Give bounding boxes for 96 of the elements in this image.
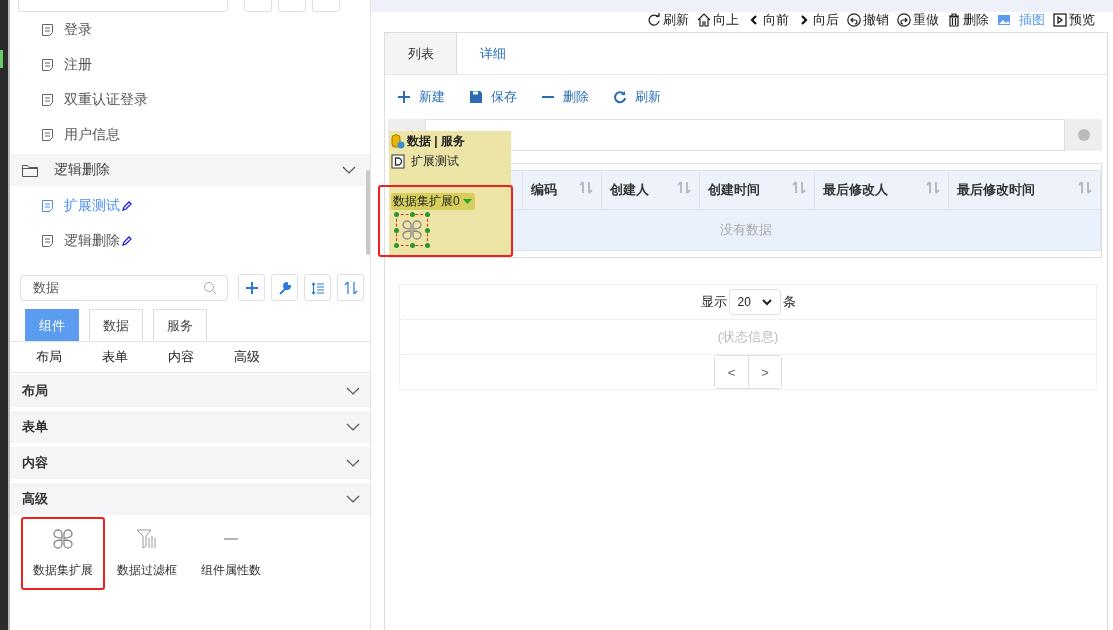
category-link[interactable]: 布局 — [36, 348, 102, 366]
action-button[interactable]: 刷新 — [613, 88, 661, 106]
redo-icon — [897, 13, 911, 27]
sort-icon — [676, 181, 691, 194]
panel-tab[interactable]: 数据 — [89, 309, 143, 341]
column-header[interactable]: 创建人 — [601, 170, 700, 210]
chevron-icon — [346, 423, 360, 431]
overlay-title: 数据 | 服务 — [407, 132, 466, 150]
filter-icon — [136, 529, 158, 549]
undo-icon — [847, 13, 861, 27]
dash-icon — [223, 537, 239, 541]
section-title: 内容 — [22, 454, 48, 472]
sort-icon — [343, 280, 358, 295]
plus-icon — [244, 280, 259, 295]
search-field[interactable]: 数据 — [20, 274, 228, 301]
toolbar-button[interactable]: 向上 — [697, 12, 739, 28]
page-icon — [41, 198, 54, 213]
selected-component[interactable] — [396, 214, 428, 246]
category-link[interactable]: 内容 — [168, 348, 234, 366]
play-icon — [1053, 13, 1067, 27]
component-item[interactable]: 组件属性数 — [189, 517, 273, 590]
category-link[interactable]: 表单 — [102, 348, 168, 366]
chevron-icon — [346, 495, 360, 503]
component-tag[interactable]: 数据集扩展0 — [391, 193, 475, 210]
tree-folder[interactable]: 逻辑删除 — [10, 154, 370, 186]
sort-icon — [792, 181, 807, 194]
component-item[interactable]: 数据集扩展 — [21, 517, 105, 590]
tree-item[interactable]: 登录 — [10, 12, 370, 47]
action-button[interactable]: 删除 — [541, 88, 589, 106]
tab[interactable]: 列表 — [385, 32, 457, 74]
floppy-icon — [469, 90, 483, 104]
folder-icon — [22, 163, 38, 177]
toolbar-button[interactable]: 向前 — [747, 12, 789, 28]
section-title: 表单 — [22, 418, 48, 436]
toolbar-button[interactable]: 刷新 — [647, 12, 689, 28]
panel-tab[interactable]: 服务 — [153, 309, 207, 341]
page-icon — [41, 57, 54, 72]
section-header[interactable]: 表单 — [10, 411, 370, 443]
scrollbar[interactable] — [366, 170, 370, 255]
section-header[interactable]: 布局 — [10, 375, 370, 407]
image-icon — [997, 13, 1011, 27]
clover-icon — [401, 219, 423, 241]
refresh-icon — [647, 13, 661, 27]
category-link[interactable]: 高级 — [234, 348, 300, 366]
toolbar-button[interactable]: 撤销 — [847, 12, 889, 28]
folder-label: 逻辑删除 — [54, 161, 111, 179]
component-item[interactable]: 数据过滤框 — [105, 517, 189, 590]
tree-item[interactable]: 双重认证登录 — [10, 82, 370, 117]
page-icon — [41, 22, 54, 37]
chevron-icon — [346, 387, 360, 395]
column-header[interactable]: 创建时间 — [699, 170, 815, 210]
tree-item[interactable]: 注册 — [10, 47, 370, 82]
plus-icon — [397, 90, 411, 104]
page-icon — [41, 92, 54, 107]
page-size-label: 显示 — [700, 293, 727, 311]
dropdown-icon — [461, 198, 473, 205]
page-icon — [41, 127, 54, 142]
chevron-icon — [346, 459, 360, 467]
section-title: 布局 — [22, 382, 48, 400]
pager-button[interactable]: > — [748, 356, 781, 388]
page-size-select[interactable]: 20 — [728, 289, 781, 315]
section-header[interactable]: 高级 — [10, 483, 370, 515]
tree-item[interactable]: 用户信息 — [10, 117, 370, 152]
action-button[interactable]: 保存 — [469, 88, 517, 106]
section-header[interactable]: 内容 — [10, 447, 370, 479]
action-button[interactable]: 新建 — [397, 88, 445, 106]
column-header[interactable]: 最后修改时间 — [948, 170, 1101, 210]
caret-icon — [761, 298, 772, 306]
overlay-page: 扩展测试 — [411, 152, 459, 170]
page-icon — [41, 233, 54, 248]
line-spacing-icon — [310, 280, 325, 295]
wrench-icon — [277, 280, 292, 295]
tree-item[interactable]: 逻辑删除 — [10, 223, 370, 258]
toolbar-button[interactable]: 删除 — [947, 12, 989, 28]
gutter-marker — [0, 50, 3, 68]
page-d-icon — [391, 153, 405, 169]
column-header[interactable]: 编码 — [522, 170, 602, 210]
clover-icon — [52, 528, 74, 550]
sort-icon — [926, 181, 941, 194]
tab[interactable]: 详细 — [457, 33, 529, 74]
empty-message: 没有数据 — [720, 222, 772, 237]
page-size-unit: 条 — [782, 293, 796, 311]
database-icon — [391, 133, 405, 149]
refresh-icon — [613, 90, 627, 104]
home-icon — [697, 13, 711, 27]
column-header[interactable]: 最后修改人 — [814, 170, 949, 210]
chevron-icon — [342, 166, 356, 174]
search-icon — [203, 280, 217, 295]
toolbar-button[interactable]: 重做 — [897, 12, 939, 28]
toolbar-button[interactable]: 预览 — [1053, 12, 1095, 28]
trash-icon — [947, 13, 961, 27]
status-text: (状态信息) — [717, 328, 779, 346]
sort-icon — [579, 181, 594, 194]
toolbar-button[interactable]: 向后 — [797, 12, 839, 28]
section-title: 高级 — [22, 490, 48, 508]
sort-icon — [1078, 181, 1092, 194]
